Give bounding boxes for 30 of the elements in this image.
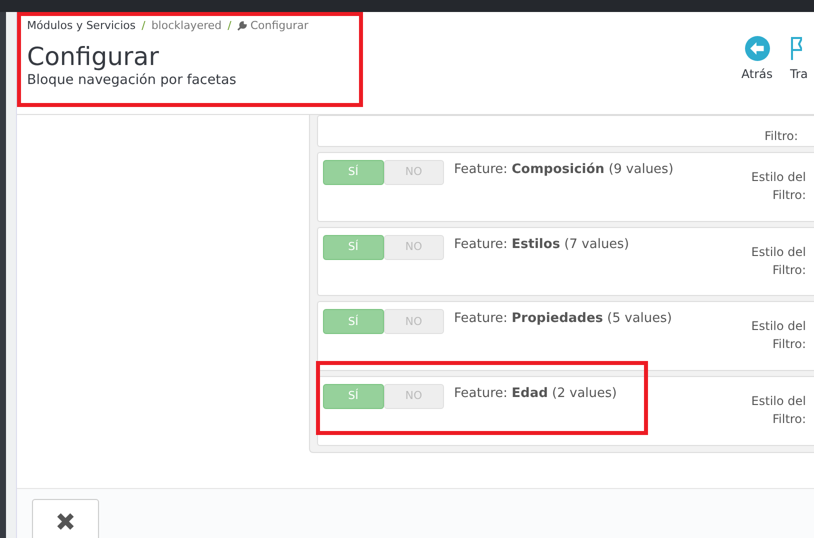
breadcrumb-link[interactable]: Módulos y Servicios: [27, 19, 136, 32]
style-label: Estilo del: [751, 244, 806, 261]
wrench-icon: [237, 20, 248, 31]
cancel-button[interactable]: [32, 499, 99, 538]
yes-option[interactable]: SÍ: [323, 384, 384, 410]
style-label: Estilo del: [751, 168, 806, 186]
breadcrumb-separator: /: [228, 19, 232, 32]
breadcrumb-separator: /: [142, 19, 146, 32]
yes-option[interactable]: SÍ: [323, 160, 384, 185]
filter-title: Feature: Composición (9 values): [454, 160, 674, 179]
style-label: Filtro:: [772, 411, 806, 428]
filter-title: Feature: Edad (2 values): [454, 385, 617, 404]
yes-option[interactable]: SÍ: [323, 234, 384, 260]
style-label: Filtro:: [772, 262, 806, 279]
flag-icon: [790, 36, 802, 61]
breadcrumb-current: Configurar: [250, 19, 308, 32]
yes-option[interactable]: SÍ: [323, 309, 384, 334]
style-label: Filtro:: [764, 128, 798, 142]
breadcrumb-link[interactable]: blocklayered: [151, 19, 222, 32]
style-label: Estilo del: [751, 393, 806, 410]
close-icon: [56, 512, 75, 531]
filter-title: Feature: Estilos (7 values): [454, 236, 630, 254]
toolbar-button[interactable]: Tra: [790, 36, 814, 114]
style-label: Filtro:: [772, 336, 806, 354]
style-label: Estilo del: [751, 318, 806, 336]
page-title: Configurar: [27, 42, 160, 70]
style-label: Filtro:: [772, 186, 806, 204]
page-subtitle: Bloque navegación por facetas: [27, 71, 238, 90]
filter-title: Feature: Propiedades (5 values): [454, 310, 672, 328]
back-button[interactable]: Atrás: [736, 36, 778, 114]
